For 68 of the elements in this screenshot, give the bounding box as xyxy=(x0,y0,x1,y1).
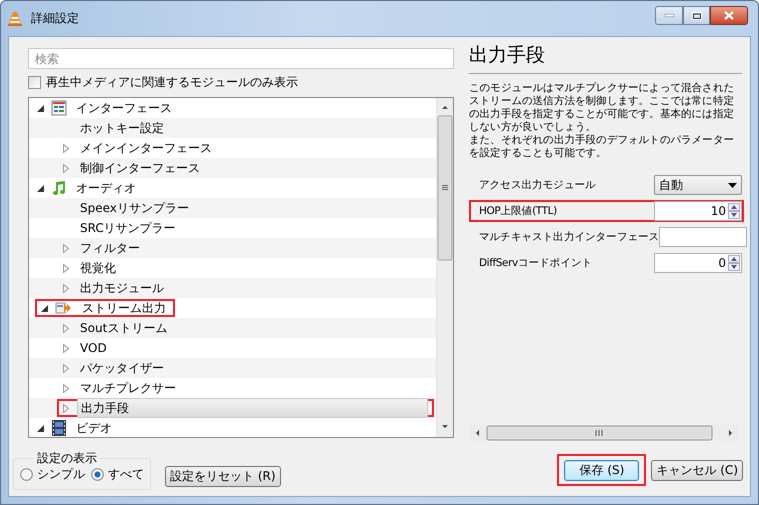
collapsed-triangle-icon[interactable] xyxy=(63,164,69,172)
close-icon xyxy=(724,11,734,20)
vertical-scrollbar[interactable] xyxy=(436,98,453,437)
collapsed-triangle-icon[interactable] xyxy=(63,364,69,372)
input-field[interactable] xyxy=(659,227,748,247)
collapsed-triangle-icon[interactable] xyxy=(63,384,69,392)
traffic-cone-icon xyxy=(7,10,23,26)
spin-up-icon[interactable] xyxy=(728,255,740,263)
collapsed-triangle-icon[interactable] xyxy=(63,404,69,412)
radio-label: シンプル xyxy=(37,466,85,482)
stream-arrows-icon xyxy=(55,300,73,316)
tree-item[interactable]: フィルター xyxy=(77,239,143,257)
dialog-button[interactable]: 保存 (S) xyxy=(564,460,640,481)
collapsed-triangle-icon[interactable] xyxy=(63,284,69,292)
tree-item[interactable]: 視覚化 xyxy=(77,259,119,277)
collapsed-triangle-icon[interactable] xyxy=(63,344,69,352)
field-label: アクセス出力モジュール xyxy=(479,178,596,192)
expanded-triangle-icon[interactable] xyxy=(36,184,44,192)
window-panel-icon xyxy=(51,100,67,116)
group-title: 設定の表示 xyxy=(34,450,100,467)
collapsed-triangle-icon[interactable] xyxy=(63,324,69,332)
spin-down-icon[interactable] xyxy=(728,211,740,219)
dropdown[interactable]: 自動 xyxy=(654,175,742,195)
radio-button[interactable] xyxy=(91,468,104,480)
search-field[interactable]: 検索 xyxy=(28,48,454,69)
dialog-button[interactable]: キャンセル (C) xyxy=(651,460,743,480)
tree-item[interactable]: 出力モジュール xyxy=(77,279,167,297)
collapsed-triangle-icon[interactable] xyxy=(63,264,69,272)
tree-item[interactable]: マルチプレクサー xyxy=(77,379,179,397)
expanded-triangle-icon[interactable] xyxy=(36,424,44,432)
tree-item[interactable]: SRCリサンプラー xyxy=(77,219,179,237)
caret-icon xyxy=(728,182,737,188)
reset-button[interactable]: 設定をリセット (R) xyxy=(165,466,281,486)
tree-item[interactable]: ビデオ xyxy=(73,419,115,437)
radio-label: すべて xyxy=(108,466,144,482)
tree-item[interactable]: パケッタイザー xyxy=(77,359,167,377)
maximize-icon xyxy=(692,12,702,20)
expanded-triangle-icon[interactable] xyxy=(36,104,44,112)
minimize-icon xyxy=(664,14,674,17)
radio-button[interactable] xyxy=(20,468,33,480)
spin-box[interactable]: 10 xyxy=(654,201,742,221)
collapsed-triangle-icon[interactable] xyxy=(63,244,69,252)
minimize-button[interactable] xyxy=(655,6,683,25)
checkbox-label: 再生中メディアに関連するモジュールのみ表示 xyxy=(46,74,298,91)
music-note-icon xyxy=(51,180,67,196)
window-title: 詳細設定 xyxy=(31,10,80,27)
expanded-triangle-icon[interactable] xyxy=(40,304,48,312)
maximize-button[interactable] xyxy=(683,6,710,25)
spin-up-icon[interactable] xyxy=(728,203,740,211)
spin-down-icon[interactable] xyxy=(728,263,740,271)
tree-item[interactable]: インターフェース xyxy=(73,99,175,117)
field-label: マルチキャスト出力インターフェース xyxy=(479,230,660,244)
panel-title: 出力手段 xyxy=(469,40,742,74)
description-text: また、それぞれの出力手段のデフォルトのパラメーターを設定することも可能です。 xyxy=(469,134,736,160)
field-label: DiffServコードポイント xyxy=(479,256,592,270)
spin-box[interactable]: 0 xyxy=(654,253,742,273)
field-label: HOP上限値(TTL) xyxy=(479,204,557,218)
collapsed-triangle-icon[interactable] xyxy=(63,144,69,152)
film-strip-icon xyxy=(51,420,67,436)
tree-item[interactable]: 出力手段 xyxy=(77,398,428,418)
close-button[interactable] xyxy=(710,6,748,25)
tree-item[interactable]: メインインターフェース xyxy=(77,139,215,157)
tree-item[interactable]: ストリーム出力 xyxy=(79,299,169,317)
tree-item[interactable]: VOD xyxy=(77,339,110,357)
tree-item[interactable]: ホットキー設定 xyxy=(77,119,167,137)
tree-item[interactable]: オーディオ xyxy=(73,179,139,197)
checkbox[interactable] xyxy=(28,76,41,89)
description-text: このモジュールはマルチプレクサーによって混合されたストリームの送信方法を制御します。ここでは常に特定の出力手段を指定することが可能です。基本的には指定しない方が良いでしょう。 xyxy=(469,82,736,134)
